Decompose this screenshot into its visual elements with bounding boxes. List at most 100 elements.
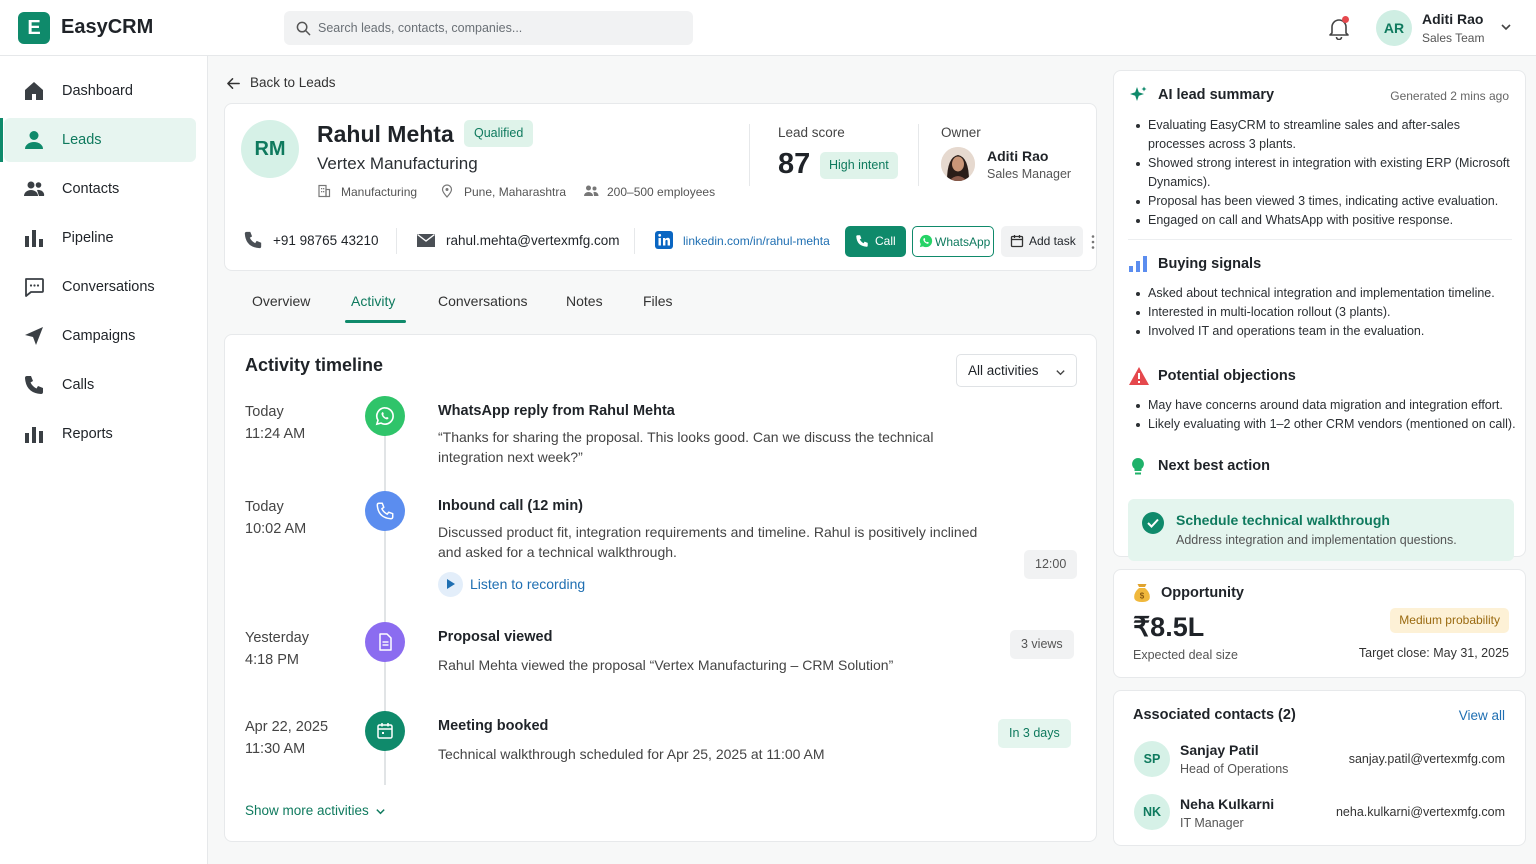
target-close: Target close: May 31, 2025 <box>1358 646 1509 660</box>
contact-role: IT Manager <box>1180 816 1244 830</box>
event-day: Yesterday <box>245 630 309 646</box>
event-time: 10:02 AM <box>245 521 307 537</box>
event-time: 11:30 AM <box>245 741 306 757</box>
sidebar-item-label: Conversations <box>62 279 155 295</box>
play-button[interactable] <box>438 572 463 597</box>
activity-filter-dropdown[interactable]: All activities <box>956 354 1077 387</box>
size-label: 200–500 employees <box>607 185 716 199</box>
potential-objections-title: Potential objections <box>1158 368 1296 384</box>
sidebar-item-pipeline[interactable]: Pipeline <box>4 216 196 260</box>
event-title: Inbound call (12 min) <box>438 498 584 514</box>
user-team: Sales Team <box>1422 31 1485 45</box>
sidebar-item-campaigns[interactable]: Campaigns <box>4 314 196 358</box>
event-date: Today 10:02 AM <box>245 496 306 540</box>
mail-icon <box>417 233 435 247</box>
user-name[interactable]: Aditi Rao <box>1422 11 1483 27</box>
notifications-button[interactable] <box>1328 16 1350 41</box>
search-input[interactable] <box>318 11 678 45</box>
warning-icon <box>1129 367 1149 385</box>
sidebar-item-label: Dashboard <box>62 83 133 99</box>
tab-overview[interactable]: Overview <box>252 293 310 309</box>
owner-photo-icon <box>941 147 975 181</box>
call-label: Call <box>875 234 896 248</box>
tab-conversations[interactable]: Conversations <box>438 293 528 309</box>
chevron-down-icon <box>376 809 385 815</box>
divider <box>396 228 397 254</box>
sidebar-item-label: Calls <box>62 377 95 393</box>
company-name[interactable]: Vertex Manufacturing <box>317 154 478 174</box>
svg-text:$: $ <box>1140 592 1145 601</box>
probability-badge: Medium probability <box>1390 608 1509 633</box>
add-task-button[interactable]: Add task <box>1001 226 1083 257</box>
chevron-down-icon[interactable] <box>1500 21 1512 33</box>
list-item: Showed strong interest in integration wi… <box>1134 154 1518 192</box>
tab-files[interactable]: Files <box>643 293 673 309</box>
sidebar-item-contacts[interactable]: Contacts <box>4 167 196 211</box>
reports-icon <box>25 427 43 443</box>
owner-name[interactable]: Aditi Rao <box>987 148 1048 164</box>
sparkle-icon <box>1130 86 1147 101</box>
contact-name[interactable]: Sanjay Patil <box>1180 742 1259 758</box>
location-label: Pune, Maharashtra <box>464 185 567 199</box>
deal-value-label: Expected deal size <box>1133 648 1238 662</box>
tab-activity[interactable]: Activity <box>351 293 395 309</box>
contact-email[interactable]: neha.kulkarni@vertexmfg.com <box>1336 805 1505 819</box>
divider <box>749 124 750 186</box>
status-badge[interactable]: Qualified <box>464 120 534 147</box>
buying-signals-list: Asked about technical integration and im… <box>1134 284 1518 341</box>
user-avatar[interactable]: AR <box>1376 10 1412 46</box>
owner-role: Sales Manager <box>987 167 1072 181</box>
sidebar-item-reports[interactable]: Reports <box>4 412 196 456</box>
bar-chart-icon <box>1129 256 1147 272</box>
lead-score-label: Lead score <box>778 125 845 140</box>
call-button[interactable]: Call <box>845 226 906 257</box>
divider <box>918 124 919 186</box>
chevron-down-icon <box>1056 370 1065 376</box>
logo-icon[interactable]: E <box>18 12 50 44</box>
lead-header-card: RM Rahul Mehta Qualified Vertex Manufact… <box>224 103 1097 271</box>
filter-value: All activities <box>968 363 1039 378</box>
event-day: Apr 22, 2025 <box>245 719 329 735</box>
search-box[interactable] <box>284 11 693 45</box>
view-all-link[interactable]: View all <box>1459 708 1505 723</box>
whatsapp-icon <box>919 234 933 248</box>
user-icon <box>25 131 43 149</box>
sidebar-item-label: Leads <box>62 132 102 148</box>
associated-contacts-title: Associated contacts (2) <box>1133 707 1296 723</box>
buying-signals-title: Buying signals <box>1158 256 1262 272</box>
contact-email[interactable]: sanjay.patil@vertexmfg.com <box>1349 752 1505 766</box>
lead-name: Rahul Mehta <box>317 121 454 147</box>
show-more-activities-button[interactable]: Show more activities <box>245 803 385 818</box>
associated-contacts-card: Associated contacts (2) View all SP Sanj… <box>1113 690 1526 846</box>
contacts-icon <box>24 181 45 196</box>
avatar[interactable]: SP <box>1134 741 1170 777</box>
sidebar-item-leads[interactable]: Leads <box>0 118 196 162</box>
app-name[interactable]: EasyCRM <box>61 16 153 39</box>
more-vertical-icon[interactable] <box>1091 234 1095 250</box>
timeline-title: Activity timeline <box>245 355 384 375</box>
sidebar-item-conversations[interactable]: Conversations <box>4 265 196 309</box>
whatsapp-button[interactable]: WhatsApp <box>912 226 994 257</box>
owner-avatar[interactable] <box>941 147 975 181</box>
ai-summary-title: AI lead summary <box>1158 87 1275 103</box>
back-label: Back to Leads <box>250 75 336 90</box>
building-icon <box>318 184 331 198</box>
sidebar-item-dashboard[interactable]: Dashboard <box>4 69 196 113</box>
sidebar-item-calls[interactable]: Calls <box>4 363 196 407</box>
list-item: Evaluating EasyCRM to streamline sales a… <box>1134 116 1518 154</box>
contact-name[interactable]: Neha Kulkarni <box>1180 796 1274 812</box>
tab-notes[interactable]: Notes <box>566 293 603 309</box>
sidebar-item-label: Pipeline <box>62 230 114 246</box>
avatar[interactable]: NK <box>1134 794 1170 830</box>
objections-list: May have concerns around data migration … <box>1134 396 1524 434</box>
next-best-action-card[interactable]: Schedule technical walkthrough Address i… <box>1128 499 1514 561</box>
chat-icon <box>25 278 44 297</box>
event-title: WhatsApp reply from Rahul Mehta <box>438 403 675 419</box>
generated-time: Generated 2 mins ago <box>1390 89 1509 103</box>
show-more-label: Show more activities <box>245 803 369 818</box>
active-tab-indicator <box>345 320 406 323</box>
people-icon <box>584 185 599 196</box>
event-day: Today <box>245 404 284 420</box>
home-icon <box>25 82 43 100</box>
event-description: “Thanks for sharing the proposal. This l… <box>438 429 934 465</box>
